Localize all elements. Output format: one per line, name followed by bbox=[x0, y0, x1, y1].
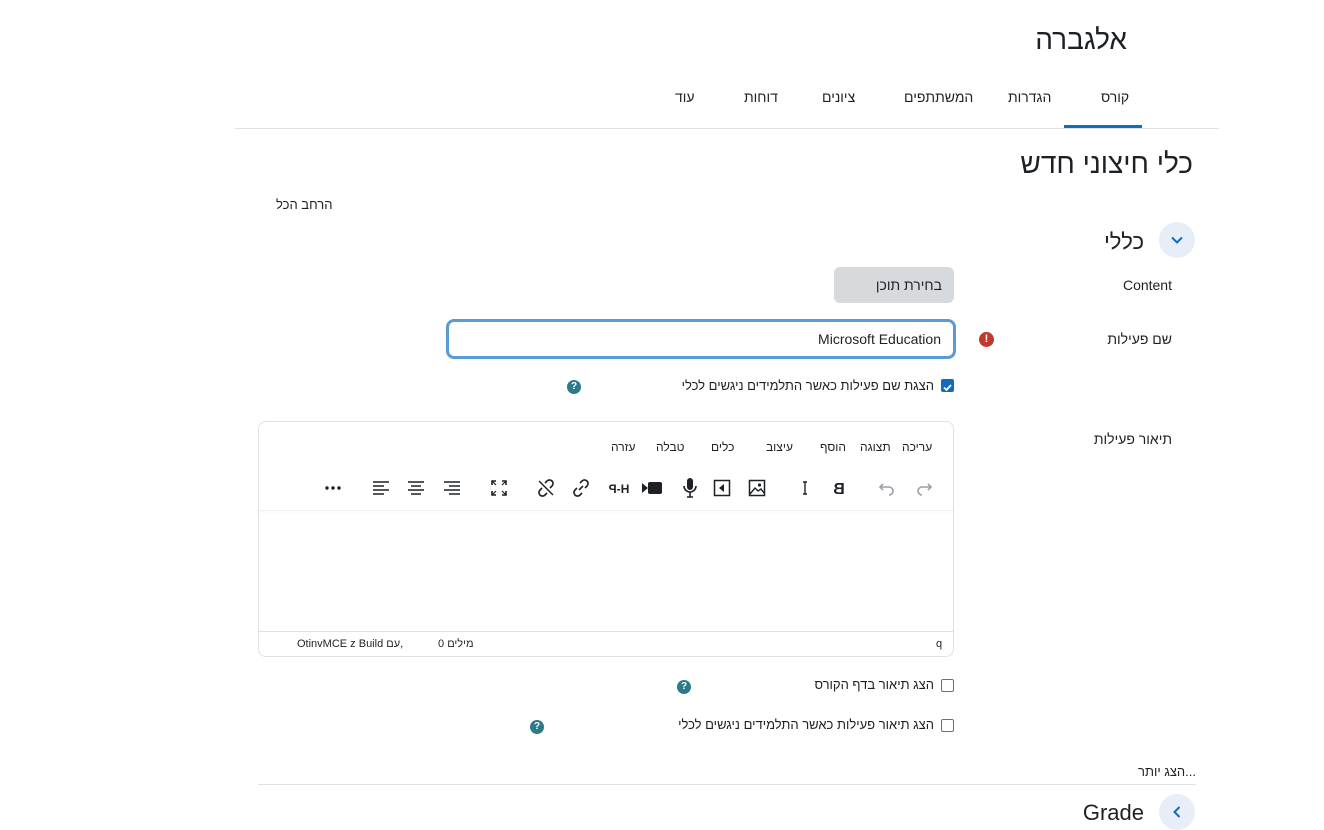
nav-divider bbox=[235, 128, 1219, 129]
section-grade-title: Grade bbox=[1082, 800, 1144, 825]
link-icon bbox=[573, 479, 589, 497]
show-description-launch-label: הצג תיאור פעילות כאשר התלמידים ניגשים לכ… bbox=[678, 717, 934, 732]
select-content-button[interactable]: בחירת תוכן bbox=[834, 267, 954, 303]
tab-reports[interactable]: דוחות bbox=[744, 89, 778, 105]
svg-text:B: B bbox=[833, 481, 845, 496]
show-description-course-label: הצג תיאור בדף הקורס bbox=[814, 677, 934, 692]
menu-help[interactable]: עזרה bbox=[611, 440, 636, 454]
align-left-icon bbox=[373, 481, 389, 495]
show-more-link[interactable]: הצג יותר... bbox=[1138, 764, 1196, 779]
chevron-down-icon bbox=[1171, 236, 1183, 244]
unlink-button[interactable] bbox=[535, 477, 557, 499]
menu-tools[interactable]: כלים bbox=[711, 440, 734, 454]
image-icon bbox=[748, 479, 766, 497]
description-editor[interactable]: עריכה תצוגה הוסף עיצוב כלים טבלה עזרה B … bbox=[258, 421, 954, 657]
microphone-icon bbox=[683, 478, 697, 498]
image-button[interactable] bbox=[746, 477, 768, 499]
show-name-checkbox[interactable] bbox=[941, 379, 954, 392]
course-title: אלגברה bbox=[1035, 24, 1127, 55]
italic-icon bbox=[803, 481, 807, 495]
link-button[interactable] bbox=[570, 477, 592, 499]
menu-edit[interactable]: עריכה bbox=[902, 440, 932, 454]
undo-button[interactable] bbox=[876, 477, 898, 499]
menu-insert[interactable]: הוסף bbox=[820, 440, 846, 454]
required-icon: ! bbox=[979, 332, 994, 347]
align-center-icon bbox=[408, 481, 424, 495]
help-icon[interactable]: ? bbox=[677, 680, 691, 694]
undo-icon bbox=[878, 483, 894, 496]
word-count: 0 מילים bbox=[438, 638, 474, 650]
editor-branding[interactable]: OtinvMCE z Build עם, bbox=[297, 638, 403, 650]
tab-more[interactable]: עוד bbox=[675, 89, 695, 105]
redo-button[interactable] bbox=[913, 477, 935, 499]
tab-grades[interactable]: ציונים bbox=[822, 89, 855, 105]
fullscreen-icon bbox=[491, 480, 507, 496]
check-icon bbox=[943, 384, 952, 392]
align-right-button[interactable] bbox=[441, 477, 463, 499]
tab-participants[interactable]: המשתתפים bbox=[904, 89, 973, 105]
more-button[interactable] bbox=[322, 477, 344, 499]
menu-table[interactable]: טבלה bbox=[656, 440, 685, 454]
help-icon[interactable]: ? bbox=[530, 720, 544, 734]
h5p-icon: H-P bbox=[609, 482, 630, 496]
menu-view[interactable]: תצוגה bbox=[860, 440, 891, 454]
bold-button[interactable]: B bbox=[828, 477, 850, 499]
video-icon bbox=[642, 482, 662, 494]
section-divider bbox=[258, 784, 1196, 785]
page-heading: כלי חיצוני חדש bbox=[1020, 148, 1193, 179]
activity-name-label: שם פעילות bbox=[1107, 331, 1172, 347]
tab-course[interactable]: קורס bbox=[1101, 89, 1129, 105]
redo-icon bbox=[917, 483, 933, 496]
help-icon[interactable]: ? bbox=[567, 380, 581, 394]
media-button[interactable] bbox=[711, 477, 733, 499]
svg-text:H-P: H-P bbox=[609, 482, 630, 496]
show-description-launch-checkbox[interactable] bbox=[941, 719, 954, 732]
bold-icon: B bbox=[833, 481, 845, 496]
element-path: q bbox=[936, 638, 943, 650]
activity-name-input[interactable] bbox=[446, 319, 956, 359]
h5p-button[interactable]: H-P bbox=[606, 477, 632, 499]
section-general-title: כללי bbox=[1104, 229, 1144, 254]
media-icon bbox=[713, 479, 731, 497]
italic-button[interactable] bbox=[794, 477, 816, 499]
tab-settings[interactable]: הגדרות bbox=[1008, 89, 1051, 105]
chevron-left-icon bbox=[1173, 806, 1181, 818]
show-description-course-checkbox[interactable] bbox=[941, 679, 954, 692]
record-video-button[interactable] bbox=[641, 477, 663, 499]
record-audio-button[interactable] bbox=[679, 477, 701, 499]
more-icon bbox=[325, 486, 341, 490]
show-name-label: הצגת שם פעילות כאשר התלמידים ניגשים לכלי bbox=[681, 378, 934, 393]
align-left-button[interactable] bbox=[370, 477, 392, 499]
menu-format[interactable]: עיצוב bbox=[766, 440, 793, 454]
status-bar-divider bbox=[259, 631, 953, 632]
toolbar-divider bbox=[259, 510, 953, 511]
unlink-icon bbox=[538, 479, 554, 497]
content-label: Content bbox=[1122, 277, 1172, 293]
description-label: תיאור פעילות bbox=[1093, 431, 1172, 447]
fullscreen-button[interactable] bbox=[488, 477, 510, 499]
section-general-toggle[interactable] bbox=[1159, 222, 1195, 258]
expand-all-link[interactable]: הרחב הכל bbox=[276, 197, 332, 212]
section-grade-toggle[interactable] bbox=[1159, 794, 1195, 830]
align-right-icon bbox=[444, 481, 460, 495]
align-center-button[interactable] bbox=[405, 477, 427, 499]
